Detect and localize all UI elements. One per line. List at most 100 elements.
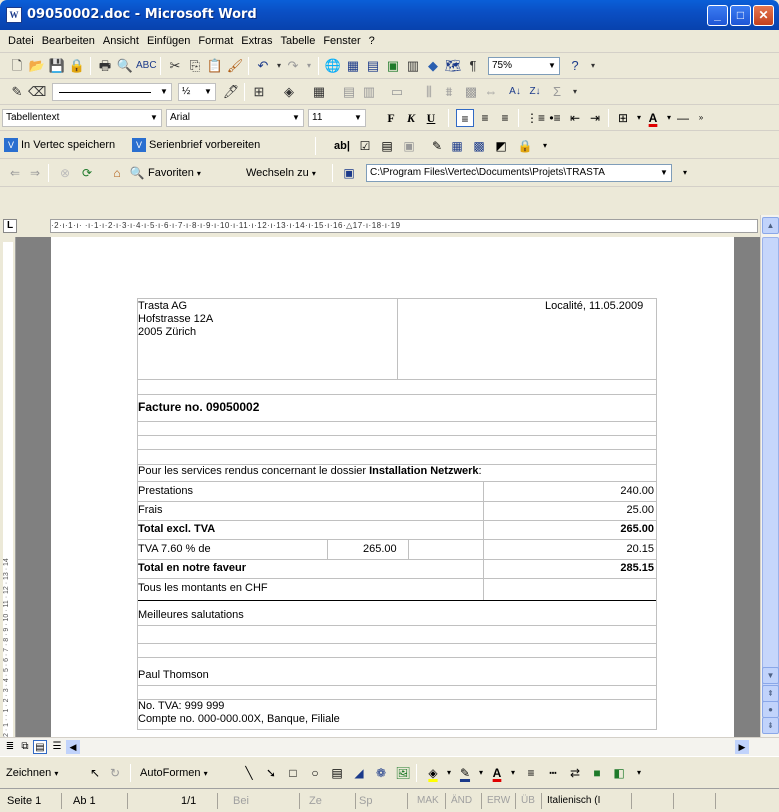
protect-form-icon[interactable]: 🔒 (516, 137, 534, 155)
clip-art-icon[interactable]: 🖼 (394, 764, 412, 782)
checkbox-field-icon[interactable]: ☑ (356, 137, 374, 155)
show-only-web-toolbar-icon[interactable]: ▣ (340, 164, 358, 182)
copy-icon[interactable]: ⎘ (186, 57, 204, 75)
scroll-down-icon[interactable]: ▼ (762, 667, 779, 684)
refresh-icon[interactable]: ⟳ (78, 164, 96, 182)
place-date[interactable]: Localité, 11.05.2009 (545, 300, 643, 312)
increase-indent-icon[interactable]: ⇥ (586, 109, 604, 127)
cut-icon[interactable]: ✂ (166, 57, 184, 75)
insert-table-icon[interactable]: ▦ (448, 137, 466, 155)
columns-icon[interactable]: ▥ (404, 57, 422, 75)
bullets-icon[interactable]: •≡ (546, 109, 564, 127)
document-page[interactable]: Trasta AG Hofstrasse 12A 2005 Zürich Loc… (51, 237, 734, 737)
distribute-columns-icon[interactable]: ⩩ (440, 83, 458, 101)
menu-extras[interactable]: Extras (237, 30, 276, 52)
line-icon[interactable]: ╲ (240, 764, 258, 782)
sender-street[interactable]: Hofstrasse 12A (138, 313, 213, 325)
scroll-up-icon[interactable]: ▲ (762, 217, 779, 234)
menu-datei[interactable]: Datei (4, 30, 38, 52)
browse-object-icon[interactable]: ● (762, 701, 779, 718)
horizontal-line-icon[interactable]: — (674, 109, 692, 127)
back-arrow-icon[interactable]: ⇐ (6, 164, 24, 182)
hyperlink-icon[interactable]: 🌐 (324, 57, 342, 75)
align-cell-icon[interactable]: ▭ (388, 83, 406, 101)
dash-style-icon[interactable]: ┅ (544, 764, 562, 782)
bold-button[interactable]: F (382, 109, 400, 127)
home-icon[interactable]: ⌂ (108, 164, 126, 182)
scrollbar-thumb[interactable] (762, 237, 779, 707)
format-painter-icon[interactable]: 🖌 (226, 57, 244, 75)
field-options-icon[interactable]: ▣ (400, 137, 418, 155)
align-right-icon[interactable]: ≡ (496, 109, 514, 127)
zoom-select[interactable]: 75% ▼ (488, 57, 560, 75)
font-size-select[interactable]: 11 ▼ (308, 109, 366, 127)
status-trk[interactable]: ÄND (448, 793, 482, 809)
stop-icon[interactable]: ⊗ (56, 164, 74, 182)
menu-bearbeiten[interactable]: Bearbeiten (38, 30, 99, 52)
word-doc-icon[interactable]: W (6, 7, 22, 23)
line-width-select[interactable]: ½ ▼ (178, 83, 216, 101)
save-icon[interactable]: 💾 (48, 57, 66, 75)
shading-icon[interactable]: ◈ (280, 83, 298, 101)
more-buttons-icon[interactable]: » (692, 109, 710, 127)
sort-descending-icon[interactable]: Z↓ (526, 83, 544, 101)
previous-page-icon[interactable]: ⇞ (762, 685, 779, 702)
vertec-mailmerge-button[interactable]: V Serienbrief vorbereiten (132, 136, 260, 154)
print-icon[interactable]: 🖶 (96, 57, 114, 75)
menu-help[interactable]: ? (365, 30, 379, 52)
status-ext[interactable]: ERW (484, 793, 516, 809)
insert-frame-icon[interactable]: ▩ (470, 137, 488, 155)
text-field-button[interactable]: ab| (330, 137, 354, 155)
style-select[interactable]: Tabellentext ▼ (2, 109, 162, 127)
select-objects-icon[interactable]: ↖ (86, 764, 104, 782)
split-cells-icon[interactable]: ▥ (360, 83, 378, 101)
insert-table-icon[interactable]: ▤ (364, 57, 382, 75)
row-label[interactable]: TVA 7.60 % de (138, 543, 211, 555)
border-color-icon[interactable]: 🖊 (222, 83, 240, 101)
3d-style-icon[interactable]: ◧ (610, 764, 628, 782)
draw-menu[interactable]: Zeichnen ▾ (6, 764, 58, 783)
menu-ansicht[interactable]: Ansicht (99, 30, 143, 52)
spelling-icon[interactable]: ABC (136, 57, 157, 75)
print-preview-icon[interactable]: 🔍 (116, 57, 134, 75)
toolbar-options-icon[interactable]: ▾ (676, 164, 694, 182)
vertical-scrollbar[interactable]: ▲ ▼ ⇞ ● ⇟ (760, 215, 779, 737)
row-amount[interactable]: 25.00 (626, 504, 654, 516)
show-hide-icon[interactable]: ¶ (464, 57, 482, 75)
forward-arrow-icon[interactable]: ⇒ (26, 164, 44, 182)
decrease-indent-icon[interactable]: ⇤ (566, 109, 584, 127)
rectangle-icon[interactable]: □ (284, 764, 302, 782)
italic-button[interactable]: K (402, 109, 420, 127)
distribute-rows-icon[interactable]: ⫼ (420, 83, 438, 101)
web-layout-icon[interactable]: ⧉ (18, 740, 32, 754)
arrow-style-icon[interactable]: ⇄ (566, 764, 584, 782)
close-button[interactable]: ✕ (753, 5, 774, 26)
row-amount[interactable]: 265.00 (620, 523, 654, 535)
toolbar-options-icon[interactable]: ▾ (566, 83, 584, 101)
next-page-icon[interactable]: ⇟ (762, 717, 779, 734)
sort-ascending-icon[interactable]: A↓ (506, 83, 524, 101)
help-icon[interactable]: ? (566, 57, 584, 75)
print-layout-icon[interactable]: ▤ (33, 740, 47, 754)
row-base[interactable]: 265.00 (363, 543, 397, 555)
line-style-select[interactable]: ▼ (52, 83, 172, 101)
scroll-left-icon[interactable]: ◀ (66, 740, 80, 754)
menu-format[interactable]: Format (194, 30, 237, 52)
row-amount[interactable]: 240.00 (620, 485, 654, 497)
dropdown-field-icon[interactable]: ▤ (378, 137, 396, 155)
ruler-scale[interactable]: ·2·ı·1·ı· ·ı·1·ı·2·ı·3·ı·4·ı·5·ı·6·ı·7·ı… (50, 219, 758, 233)
autosum-icon[interactable]: Σ (548, 83, 566, 101)
sender-name[interactable]: Trasta AG (138, 300, 187, 312)
autoshapes-menu[interactable]: AutoFormen ▾ (140, 764, 208, 783)
text-box-icon[interactable]: ▤ (328, 764, 346, 782)
tables-borders-icon[interactable]: ▦ (344, 57, 362, 75)
favorites-menu[interactable]: Favoriten ▾ (148, 164, 201, 183)
paste-icon[interactable]: 📋 (206, 57, 224, 75)
chevron-down-icon[interactable]: ▾ (504, 764, 522, 782)
menu-einfuegen[interactable]: Einfügen (143, 30, 194, 52)
greeting[interactable]: Meilleures salutations (138, 609, 244, 621)
permission-icon[interactable]: 🔒 (68, 57, 86, 75)
rotate-icon[interactable]: ↻ (106, 764, 124, 782)
vertec-save-button[interactable]: V In Vertec speichern (4, 136, 115, 154)
numbering-icon[interactable]: ⋮≡ (526, 109, 545, 127)
